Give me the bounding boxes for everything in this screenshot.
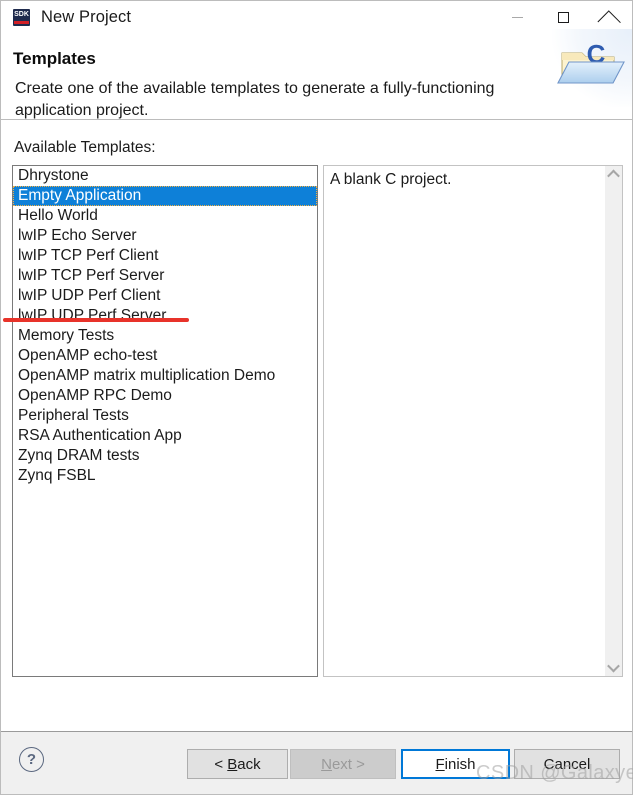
next-button: Next > <box>290 749 396 779</box>
finish-button-label: Finish <box>435 755 476 773</box>
finish-button[interactable]: Finish <box>401 749 510 779</box>
title-bar: SDK New Project <box>1 1 632 33</box>
template-description-text: A blank C project. <box>330 171 452 188</box>
list-item[interactable]: lwIP UDP Perf Server <box>13 306 317 326</box>
template-list[interactable]: Dhrystone Empty Application Hello World lwI… <box>12 165 318 677</box>
scroll-down-button[interactable] <box>605 659 622 676</box>
list-item[interactable]: RSA Authentication App <box>13 426 317 446</box>
page-title: Templates <box>13 49 96 68</box>
new-project-dialog: SDK New Project Templates Create one of … <box>0 0 633 795</box>
list-item[interactable]: Dhrystone <box>13 166 317 186</box>
sdk-icon-red-bar <box>14 20 29 24</box>
list-item[interactable]: OpenAMP matrix multiplication Demo <box>13 366 317 386</box>
chevron-down-icon <box>607 659 620 673</box>
next-button-label: Next > <box>321 755 365 773</box>
red-annotation-underline <box>3 318 189 322</box>
scroll-up-button[interactable] <box>605 166 622 183</box>
list-item[interactable]: lwIP TCP Perf Server <box>13 266 317 286</box>
list-item[interactable]: Peripheral Tests <box>13 406 317 426</box>
cancel-button[interactable]: Cancel <box>514 749 620 779</box>
cancel-button-label: Cancel <box>543 755 591 773</box>
window-title: New Project <box>41 7 132 26</box>
list-item[interactable]: Hello World <box>13 206 317 226</box>
dialog-header: Templates Create one of the available te… <box>1 29 632 120</box>
list-item[interactable]: lwIP Echo Server <box>13 226 317 246</box>
dialog-footer: ? < Back Next > Finish Cancel <box>1 731 632 794</box>
description-scrollbar[interactable] <box>604 166 622 676</box>
maximize-icon <box>557 11 569 23</box>
chevron-up-icon <box>607 169 620 183</box>
available-templates-label: Available Templates: <box>14 139 156 156</box>
list-item[interactable]: Zynq FSBL <box>13 466 317 486</box>
header-banner: C <box>544 29 632 107</box>
page-description: Create one of the available templates to… <box>15 80 495 119</box>
list-item[interactable]: Zynq DRAM tests <box>13 446 317 466</box>
list-item[interactable]: OpenAMP echo-test <box>13 346 317 366</box>
list-item[interactable]: Memory Tests <box>13 326 317 346</box>
template-description-panel: A blank C project. <box>323 165 623 677</box>
list-item[interactable]: Empty Application <box>13 186 317 206</box>
sdk-icon-label: SDK <box>14 10 29 18</box>
sdk-app-icon: SDK <box>13 8 30 26</box>
back-button[interactable]: < Back <box>187 749 288 779</box>
minimize-button[interactable] <box>494 1 540 33</box>
back-button-label: < Back <box>214 755 261 773</box>
list-item[interactable]: OpenAMP RPC Demo <box>13 386 317 406</box>
close-icon <box>603 11 616 24</box>
dialog-body: Available Templates: Dhrystone Empty Appl… <box>1 120 632 731</box>
list-item[interactable]: lwIP UDP Perf Client <box>13 286 317 306</box>
help-icon[interactable]: ? <box>19 747 44 772</box>
c-project-folder-icon: C <box>556 37 626 97</box>
list-item[interactable]: lwIP TCP Perf Client <box>13 246 317 266</box>
minimize-icon <box>511 16 523 18</box>
